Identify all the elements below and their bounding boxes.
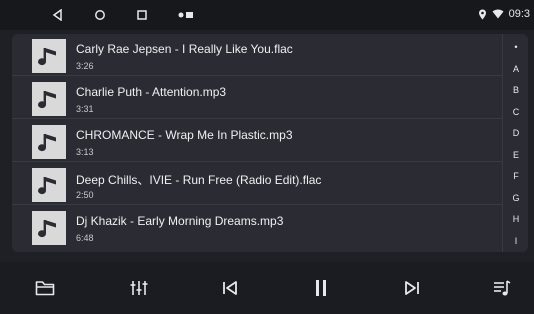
song-duration: 3:31 — [76, 104, 94, 114]
alpha-index-item[interactable]: G — [503, 193, 528, 203]
music-note-icon — [32, 168, 66, 202]
song-title: Dj Khazik - Early Morning Dreams.mp3 — [76, 214, 284, 228]
music-note-icon — [32, 39, 66, 73]
alpha-index-item[interactable]: D — [503, 128, 528, 138]
equalizer-icon — [130, 281, 148, 295]
alpha-index-item[interactable]: I — [503, 236, 528, 246]
song-title: Deep Chills、IVIE - Run Free (Radio Edit)… — [76, 173, 322, 187]
alpha-index-item[interactable]: • — [503, 42, 528, 52]
clock: 09:3 — [508, 8, 530, 20]
song-duration: 2:50 — [76, 190, 94, 200]
wifi-icon — [492, 9, 504, 19]
list-item[interactable]: CHROMANCE - Wrap Me In Plastic.mp3 3:13 — [12, 120, 502, 162]
playlist-icon — [494, 280, 511, 296]
list-item[interactable]: Deep Chills、IVIE - Run Free (Radio Edit)… — [12, 163, 502, 205]
previous-button[interactable] — [218, 276, 242, 300]
playlist-button[interactable] — [490, 276, 514, 300]
next-button[interactable] — [400, 276, 424, 300]
equalizer-button[interactable] — [127, 276, 151, 300]
home-icon[interactable] — [92, 7, 108, 23]
list-item[interactable]: Carly Rae Jepsen - I Really Like You.fla… — [12, 34, 502, 76]
song-list[interactable]: Carly Rae Jepsen - I Really Like You.fla… — [12, 34, 528, 252]
playback-control-bar — [0, 262, 534, 314]
recents-icon[interactable] — [134, 7, 150, 23]
song-duration: 3:26 — [76, 61, 94, 71]
music-note-icon — [32, 82, 66, 116]
notification-icon — [176, 7, 196, 23]
alphabet-index[interactable]: • A B C D E F G H I — [502, 34, 528, 252]
status-bar: 09:3 — [0, 0, 534, 30]
song-title: Charlie Puth - Attention.mp3 — [76, 85, 227, 99]
song-duration: 6:48 — [76, 233, 94, 243]
music-player-screen: 09:3 Carly Rae Jepsen - I Really Like Yo… — [0, 0, 534, 314]
previous-track-icon — [223, 281, 237, 295]
location-icon — [478, 9, 486, 19]
list-item[interactable]: Dj Khazik - Early Morning Dreams.mp3 6:4… — [12, 206, 502, 248]
status-icons: 09:3 — [478, 8, 530, 20]
song-title: CHROMANCE - Wrap Me In Plastic.mp3 — [76, 128, 293, 142]
song-duration: 3:13 — [76, 147, 94, 157]
alpha-index-item[interactable]: C — [503, 107, 528, 117]
alpha-index-item[interactable]: F — [503, 171, 528, 181]
folder-icon — [35, 281, 55, 296]
alpha-index-item[interactable]: B — [503, 85, 528, 95]
back-icon[interactable] — [50, 7, 66, 23]
music-note-icon — [32, 125, 66, 159]
folder-button[interactable] — [33, 276, 57, 300]
song-title: Carly Rae Jepsen - I Really Like You.fla… — [76, 42, 293, 56]
pause-button[interactable] — [309, 276, 333, 300]
list-item[interactable]: Charlie Puth - Attention.mp3 3:31 — [12, 77, 502, 119]
pause-icon — [316, 280, 326, 296]
alpha-index-item[interactable]: A — [503, 64, 528, 74]
next-track-icon — [405, 281, 419, 295]
music-note-icon — [32, 211, 66, 245]
alpha-index-item[interactable]: E — [503, 150, 528, 160]
alpha-index-item[interactable]: H — [503, 214, 528, 224]
